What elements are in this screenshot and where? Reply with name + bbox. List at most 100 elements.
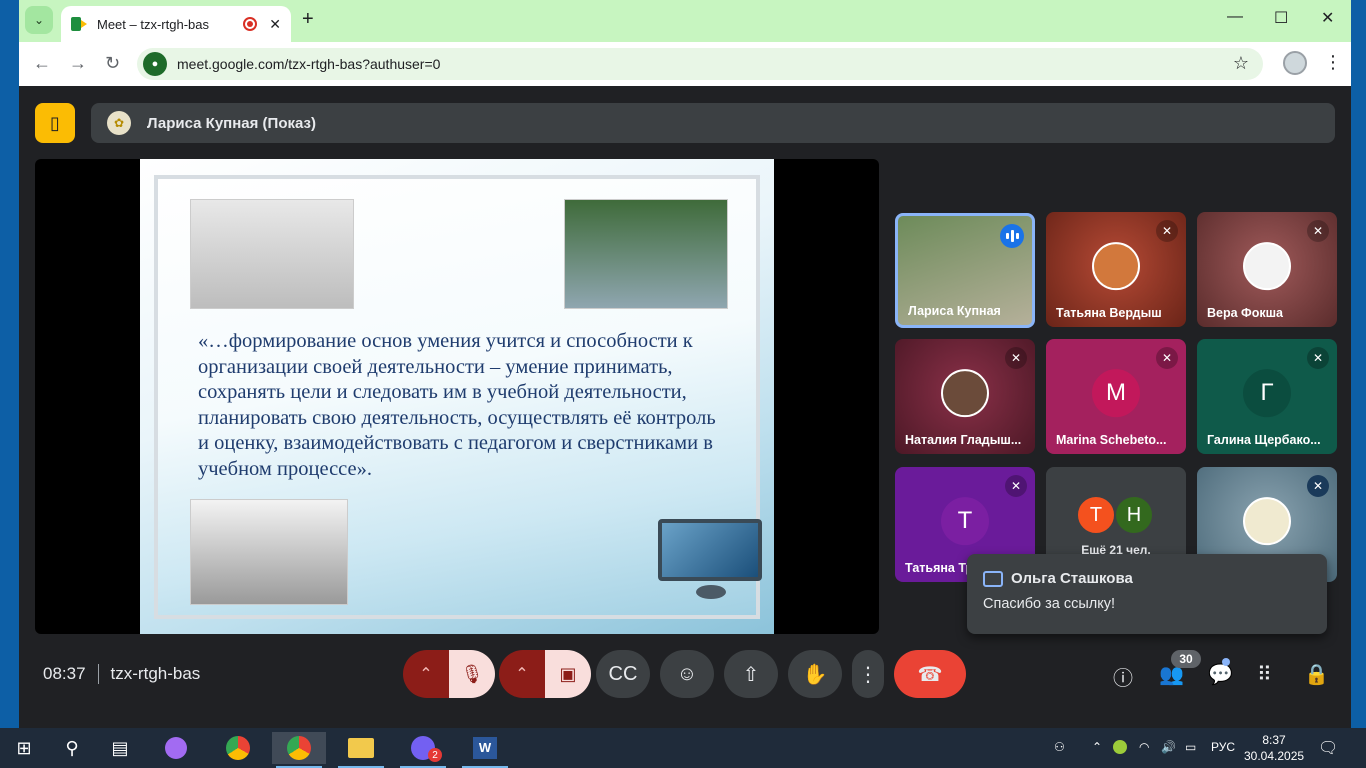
mic-off-icon: ✕ bbox=[1307, 475, 1329, 497]
camera-toggle-button[interactable]: ▣ bbox=[545, 650, 591, 698]
boy-computer-photo bbox=[564, 199, 728, 309]
control-bar: 08:37 tzx-rtgh-bas ⌃ 🎙 ⌃ ▣ CC ☺ ⇧ ✋ ⋮ ☎ … bbox=[19, 650, 1351, 714]
volume-icon[interactable]: 🔊 bbox=[1161, 740, 1176, 754]
avatar bbox=[1243, 241, 1291, 290]
people-tray-icon[interactable]: ⚇ bbox=[1054, 740, 1065, 754]
browser-menu-icon[interactable]: ⋮ bbox=[1324, 52, 1342, 73]
chrome-profile-icon[interactable] bbox=[272, 732, 326, 768]
participant-tile[interactable]: Лариса Купная bbox=[895, 213, 1035, 328]
mic-options-button[interactable]: ⌃ bbox=[403, 650, 449, 698]
girl-laptop-photo bbox=[190, 199, 354, 309]
forward-button[interactable]: → bbox=[69, 53, 87, 74]
slide-quote: «…формирование основ умения учится и спо… bbox=[198, 330, 716, 480]
word-icon[interactable]: W bbox=[458, 732, 512, 768]
viber-icon[interactable]: 2 bbox=[396, 732, 450, 768]
avatar bbox=[941, 368, 989, 417]
chat-message: Спасибо за ссылку! bbox=[983, 596, 1116, 612]
host-controls-icon[interactable]: 🔒 bbox=[1304, 662, 1329, 687]
reload-button[interactable]: ↻ bbox=[105, 53, 120, 74]
activities-icon[interactable]: ⠿ bbox=[1257, 662, 1272, 687]
raise-hand-button[interactable]: ✋ bbox=[788, 650, 842, 698]
presentation-stage: «…формирование основ умения учится и спо… bbox=[35, 159, 879, 634]
mic-off-icon: ✕ bbox=[1156, 220, 1178, 242]
mic-off-icon: ✕ bbox=[1307, 347, 1329, 369]
bookmark-star-icon[interactable]: ☆ bbox=[1233, 53, 1249, 74]
tab-meet[interactable]: Meet – tzx-rtgh-bas ✕ bbox=[61, 6, 291, 42]
new-tab-button[interactable]: + bbox=[302, 8, 314, 31]
tab-title: Meet – tzx-rtgh-bas bbox=[97, 16, 209, 32]
chat-unread-dot bbox=[1222, 658, 1230, 666]
leave-call-button[interactable]: ☎ bbox=[894, 650, 966, 698]
participant-name: Вера Фокша bbox=[1207, 306, 1283, 320]
avatar-letter: Т bbox=[941, 496, 989, 545]
back-button[interactable]: ← bbox=[33, 53, 51, 74]
app-tray-icon[interactable] bbox=[1113, 740, 1127, 757]
battery-icon[interactable]: ▭ bbox=[1185, 740, 1196, 754]
present-now-button[interactable]: ⇧ bbox=[724, 650, 778, 698]
mic-off-icon: ✕ bbox=[1005, 347, 1027, 369]
meeting-code: tzx-rtgh-bas bbox=[110, 664, 201, 683]
mic-off-icon: ✕ bbox=[1156, 347, 1178, 369]
search-icon[interactable]: ⚲ bbox=[48, 732, 96, 764]
language-indicator[interactable]: РУС bbox=[1211, 740, 1235, 754]
boy-laptop-photo bbox=[190, 499, 348, 605]
participant-tile[interactable]: ✕ M Marina Schebeto... bbox=[1046, 339, 1186, 454]
assistant-icon[interactable] bbox=[152, 732, 200, 764]
clock-time: 8:37 bbox=[1262, 733, 1286, 747]
chrome-icon[interactable] bbox=[214, 732, 262, 764]
recording-icon bbox=[243, 17, 258, 31]
close-tab-icon[interactable]: ✕ bbox=[269, 16, 281, 33]
participant-tile[interactable]: ✕ Г Галина Щербако... bbox=[1197, 339, 1337, 454]
avatar-letter: Т bbox=[1076, 495, 1116, 535]
participant-tile[interactable]: ✕ Татьяна Вердыш bbox=[1046, 212, 1186, 327]
address-bar[interactable]: ● meet.google.com/tzx-rtgh-bas?authuser=… bbox=[137, 48, 1263, 80]
participant-tile[interactable]: ✕ Наталия Гладыш... bbox=[895, 339, 1035, 454]
meet-content: ▯ ✿ Лариса Купная (Показ) «…формирование… bbox=[19, 86, 1351, 728]
participant-tile[interactable]: ✕ Вера Фокша bbox=[1197, 212, 1337, 327]
meeting-details-icon[interactable]: ⓘ bbox=[1113, 662, 1133, 691]
participant-name: Татьяна Вердыш bbox=[1056, 306, 1162, 320]
presenter-avatar: ✿ bbox=[107, 111, 131, 135]
presentation-layout-button[interactable]: ▯ bbox=[35, 103, 75, 143]
captions-button[interactable]: CC bbox=[596, 650, 650, 698]
browser-window: ⌄ Meet – tzx-rtgh-bas ✕ + — ☐ ✕ ← → ↻ ● … bbox=[19, 0, 1351, 728]
windows-taskbar: ⊞ ⚲ ▤ 2 W ⚇ ⌃ ◠ 🔊 ▭ РУС 8:37 30.04.2025 … bbox=[0, 728, 1366, 768]
chat-button-icon[interactable]: 💬 bbox=[1208, 662, 1233, 687]
system-clock[interactable]: 8:37 30.04.2025 bbox=[1244, 732, 1304, 764]
viber-badge: 2 bbox=[428, 748, 442, 762]
camera-options-button[interactable]: ⌃ bbox=[499, 650, 545, 698]
avatar bbox=[1243, 496, 1291, 545]
show-hidden-icons[interactable]: ⌃ bbox=[1092, 740, 1102, 754]
start-button[interactable]: ⊞ bbox=[0, 732, 48, 764]
tab-bar: ⌄ Meet – tzx-rtgh-bas ✕ + — ☐ ✕ bbox=[19, 0, 1351, 42]
avatar-letter: Н bbox=[1114, 495, 1154, 535]
file-explorer-icon[interactable] bbox=[334, 732, 388, 768]
address-row: ← → ↻ ● meet.google.com/tzx-rtgh-bas?aut… bbox=[19, 42, 1351, 86]
participant-name: Лариса Купная bbox=[908, 304, 1001, 318]
meet-logo-icon bbox=[71, 17, 87, 31]
avatar-letter: Г bbox=[1243, 368, 1291, 417]
close-window-button[interactable]: ✕ bbox=[1321, 8, 1334, 28]
desktop-background-right bbox=[1351, 0, 1366, 728]
network-icon[interactable]: ◠ bbox=[1139, 740, 1149, 754]
shared-slide: «…формирование основ умения учится и спо… bbox=[140, 159, 774, 634]
desktop-background bbox=[0, 0, 19, 728]
meeting-time: 08:37 bbox=[43, 664, 86, 683]
participant-name: Marina Schebeto... bbox=[1056, 433, 1167, 447]
presenter-label: Лариса Купная (Показ) bbox=[147, 114, 316, 132]
task-view-icon[interactable]: ▤ bbox=[96, 732, 144, 764]
minimize-button[interactable]: — bbox=[1227, 8, 1243, 26]
clock-date: 30.04.2025 bbox=[1244, 749, 1305, 763]
chat-sender: Ольга Сташкова bbox=[1011, 570, 1133, 587]
notifications-icon[interactable]: 🗨 bbox=[1318, 738, 1338, 758]
presenter-bar: ✿ Лариса Купная (Показ) bbox=[91, 103, 1335, 143]
emoji-button[interactable]: ☺ bbox=[660, 650, 714, 698]
more-options-button[interactable]: ⋮ bbox=[852, 650, 884, 698]
mic-site-icon[interactable]: ● bbox=[143, 52, 167, 76]
profile-avatar[interactable] bbox=[1283, 51, 1307, 75]
mic-toggle-button[interactable]: 🎙 bbox=[449, 650, 495, 698]
tab-search-button[interactable]: ⌄ bbox=[25, 6, 53, 34]
participant-name: Галина Щербако... bbox=[1207, 433, 1321, 447]
chat-notification[interactable]: Ольга Сташкова Спасибо за ссылку! bbox=[967, 554, 1327, 634]
maximize-button[interactable]: ☐ bbox=[1274, 8, 1288, 28]
